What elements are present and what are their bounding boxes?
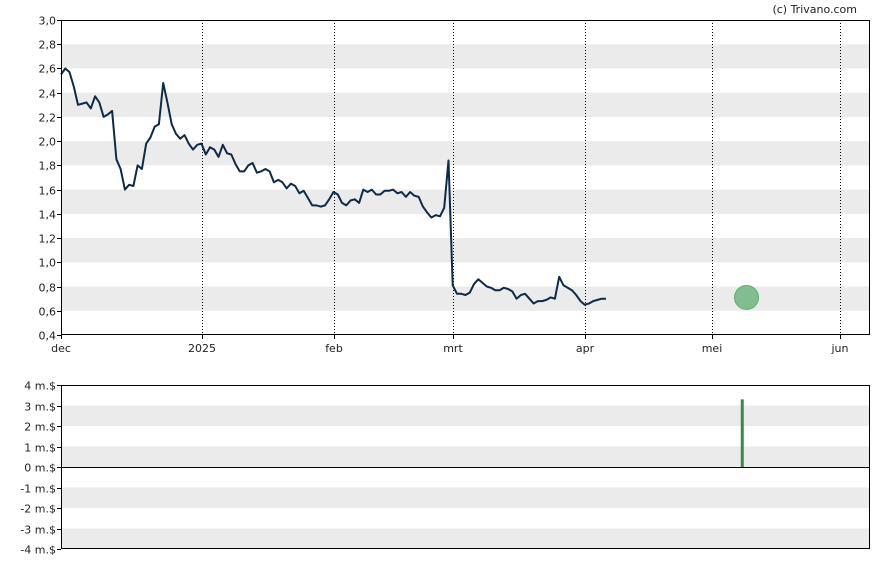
grid-band [61,487,870,508]
volume-bar [740,399,744,467]
y-tick-label: 1,0 [39,257,57,270]
y-tick-label: 0,4 [39,330,57,343]
y-tick-label: 2 m.$ [24,421,56,434]
y-tick-label: 1,8 [39,160,57,173]
y-tick-label: 0,6 [39,306,57,319]
y-tick-label: -3 m.$ [20,524,56,537]
x-tick-label: apr [576,342,595,355]
x-tick-label: dec [51,342,71,355]
y-tick-label: 3,0 [39,15,57,28]
grid-band [61,238,870,263]
y-tick-label: 4 m.$ [24,380,56,393]
grid-band [61,405,870,426]
x-tick-label: mrt [443,342,463,355]
y-tick-label: 1,6 [39,185,57,198]
highlight-marker [734,284,760,310]
y-tick-label: 0 m.$ [24,462,56,475]
price-chart: dec 2025 feb mrt apr mei jun 3,0 2,8 2,6 2,4 2,2 2,0… [39,15,870,355]
x-tick-label: 2025 [188,342,216,355]
grid-band [61,528,870,549]
y-tick-label: 2,8 [39,39,57,52]
x-tick-label: jun [831,342,849,355]
y-tick-label: 1,2 [39,233,57,246]
y-tick-label: -4 m.$ [20,544,56,557]
grid-band [61,141,870,166]
x-tick-label: mei [702,342,723,355]
y-tick-label: -2 m.$ [20,503,56,516]
stock-chart: (c) Trivano.com dec 2025 feb mrt apr mei jun 3,… [20,3,870,557]
volume-chart: 4 m.$ 3 m.$ 2 m.$ 1 m.$ 0 m.$ -1 m.$ -2 m.$ -3 … [20,380,870,557]
y-tick-label: 2,6 [39,63,57,76]
x-tick-label: feb [325,342,343,355]
grid-band [61,92,870,117]
y-tick-label: -1 m.$ [20,483,56,496]
grid-band [61,189,870,214]
y-tick-label: 2,2 [39,112,57,125]
y-tick-label: 3 m.$ [24,401,56,414]
y-tick-label: 0,8 [39,282,57,295]
y-tick-label: 1 m.$ [24,442,56,455]
y-tick-label: 1,4 [39,209,57,222]
credit-text: (c) Trivano.com [772,3,857,16]
grid-band [61,44,870,69]
y-tick-label: 2,0 [39,136,57,149]
grid-band [61,446,870,467]
y-tick-label: 2,4 [39,88,57,101]
